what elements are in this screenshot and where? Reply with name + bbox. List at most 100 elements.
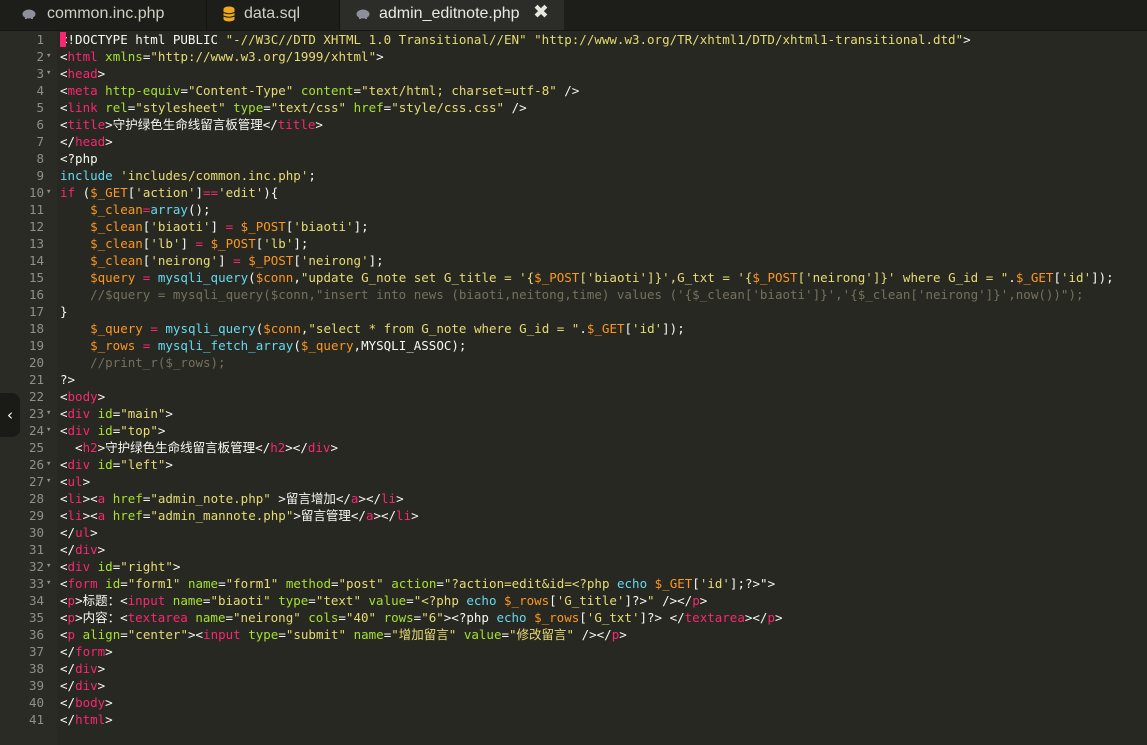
code-line: <li><a href="admin_note.php" >留言增加</a></… bbox=[60, 490, 404, 507]
line-number: 14 bbox=[28, 253, 44, 268]
line-number: 10 bbox=[28, 185, 44, 200]
sidebar-toggle-button[interactable]: ‹ bbox=[0, 393, 20, 437]
line-number: 41 bbox=[28, 712, 44, 727]
code-token: < bbox=[60, 49, 68, 64]
line-number: 8 bbox=[36, 151, 44, 166]
code-token: > bbox=[376, 49, 384, 64]
code-token: input bbox=[127, 593, 166, 608]
code-token: > bbox=[90, 525, 98, 540]
code-token: "?action=edit&id=<?php bbox=[443, 576, 617, 591]
code-token: = bbox=[278, 627, 286, 642]
code-token: 'edit' bbox=[218, 185, 264, 200]
code-token: ul bbox=[75, 525, 91, 540]
fold-arrow-icon[interactable]: ▾ bbox=[46, 422, 51, 439]
fold-arrow-icon[interactable]: ▾ bbox=[46, 405, 51, 422]
code-token: "40" bbox=[345, 610, 377, 625]
code-token: mysqli_query bbox=[157, 270, 249, 285]
fold-arrow-icon[interactable]: ▾ bbox=[46, 65, 51, 82]
code-token: $_POST bbox=[248, 253, 294, 268]
code-token: link bbox=[67, 100, 98, 115]
line-number: 15 bbox=[28, 270, 44, 285]
code-token: > bbox=[157, 423, 166, 438]
code-token: mysqli_fetch_array bbox=[157, 338, 294, 353]
code-line: <body> bbox=[60, 388, 105, 405]
code-token: > bbox=[699, 593, 708, 608]
code-token: html bbox=[67, 49, 98, 64]
code-token: "main" bbox=[120, 406, 166, 421]
close-tab-icon[interactable]: ✖ bbox=[533, 0, 549, 25]
code-token: body bbox=[67, 389, 98, 404]
code-line: </div> bbox=[60, 660, 105, 677]
code-line: $_rows = mysqli_fetch_array($_query,MYSQ… bbox=[60, 337, 466, 354]
code-token: = bbox=[331, 576, 339, 591]
code-token: type bbox=[233, 100, 264, 115]
line-number: 16 bbox=[28, 287, 44, 302]
code-token: include bbox=[60, 168, 113, 183]
tab-common-inc-php[interactable]: common.inc.php bbox=[0, 0, 207, 30]
code-line: <form id="form1" name="form1" method="po… bbox=[60, 575, 775, 592]
code-editor[interactable]: <!DOCTYPE html PUBLIC "-//W3C//DTD XHTML… bbox=[57, 31, 1147, 745]
line-number: 30 bbox=[28, 525, 44, 540]
code-token: ['biaoti']}',G_txt = '{ bbox=[579, 270, 753, 285]
code-token: $_GET bbox=[654, 576, 693, 591]
fold-arrow-icon[interactable]: ▾ bbox=[46, 456, 51, 473]
code-line: <title>守护绿色生命线留言板管理</title> bbox=[60, 116, 323, 133]
code-token: p bbox=[67, 627, 76, 642]
code-token: ,MYSQLI_ASSOC); bbox=[353, 338, 467, 353]
code-token: = bbox=[195, 236, 204, 251]
line-number: 20 bbox=[28, 355, 44, 370]
code-token: /></ bbox=[654, 593, 693, 608]
tab-data-sql[interactable]: data.sql bbox=[207, 0, 340, 30]
code-token: = bbox=[406, 593, 414, 608]
code-token: [ bbox=[579, 610, 587, 625]
code-token: = bbox=[218, 576, 226, 591]
code-token: > bbox=[105, 712, 113, 727]
code-token: > bbox=[963, 32, 971, 47]
code-token: . bbox=[1008, 270, 1016, 285]
code-token: [ bbox=[1053, 270, 1061, 285]
code-line: </div> bbox=[60, 677, 105, 694]
line-number: 17 bbox=[28, 304, 44, 319]
code-token: , bbox=[293, 270, 301, 285]
elephant-icon bbox=[22, 9, 36, 19]
code-line: include 'includes/common.inc.php'; bbox=[60, 167, 316, 184]
tab-label: admin_editnote.php bbox=[379, 5, 520, 22]
code-token: < bbox=[120, 593, 128, 608]
tab-admin-editnote-php[interactable]: admin_editnote.php bbox=[340, 0, 564, 30]
code-token: div bbox=[75, 661, 98, 676]
fold-arrow-icon[interactable]: ▾ bbox=[46, 575, 51, 592]
code-line: <p>内容：<textarea name="neirong" cols="40"… bbox=[60, 609, 783, 626]
fold-arrow-icon[interactable]: ▾ bbox=[46, 48, 51, 65]
code-line: } bbox=[60, 303, 68, 320]
code-token: ></ bbox=[285, 440, 308, 455]
fold-arrow-icon[interactable]: ▾ bbox=[46, 558, 51, 575]
code-token: 'action' bbox=[135, 185, 196, 200]
line-number: 11 bbox=[28, 202, 44, 217]
code-token: "http://www.w3.org/1999/xhtml" bbox=[150, 49, 377, 64]
code-token: p bbox=[767, 610, 775, 625]
code-token: </ bbox=[60, 644, 76, 659]
fold-arrow-icon[interactable]: ▾ bbox=[46, 473, 51, 490]
code-token: $conn bbox=[255, 270, 294, 285]
code-line: </html> bbox=[60, 711, 113, 728]
code-token: 'neirong' bbox=[300, 253, 369, 268]
fold-arrow-icon[interactable]: ▾ bbox=[46, 184, 51, 201]
code-line: <meta http-equiv="Content-Type" content=… bbox=[60, 82, 579, 99]
line-number: 29 bbox=[28, 508, 44, 523]
code-token: < bbox=[60, 474, 68, 489]
code-token: "submit" bbox=[285, 627, 347, 642]
code-token: div bbox=[75, 542, 98, 557]
code-token: > bbox=[97, 66, 106, 81]
code-token: "select * from G_note where G_id = " bbox=[308, 321, 580, 336]
code-token: //print_r($_rows); bbox=[90, 355, 226, 370]
code-line: if ($_GET['action']=='edit'){ bbox=[60, 184, 278, 201]
line-number: 37 bbox=[28, 644, 44, 659]
code-token: "post" bbox=[338, 576, 384, 591]
code-token: ] bbox=[218, 253, 234, 268]
